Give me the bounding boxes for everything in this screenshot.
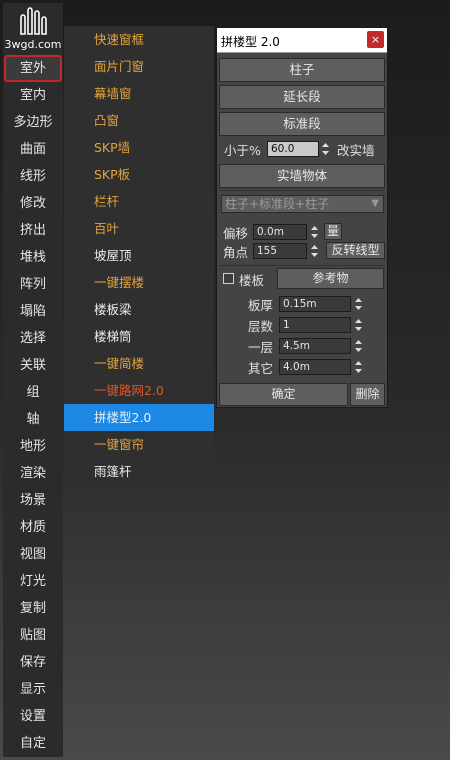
divider bbox=[219, 190, 385, 191]
less-than-input[interactable]: 60.0 bbox=[267, 141, 319, 157]
submenu-item[interactable]: 拼楼型2.0 bbox=[64, 404, 214, 431]
sidebar-item[interactable]: 灯光 bbox=[4, 568, 62, 595]
submenu-item[interactable]: 百叶 bbox=[64, 215, 214, 242]
sidebar-item[interactable]: 线形 bbox=[4, 163, 62, 190]
sidebar-item[interactable]: 组 bbox=[4, 379, 62, 406]
dialog-window: 拼楼型 2.0 × 柱子 延长段 标准段 小于% 60.0 改实墙 实墙物体 柱… bbox=[216, 27, 388, 408]
close-button[interactable]: × bbox=[367, 31, 384, 48]
sidebar-item[interactable]: 保存 bbox=[4, 649, 62, 676]
sidebar-item[interactable]: 选择 bbox=[4, 325, 62, 352]
floor-slab-label: 楼板 bbox=[239, 273, 265, 288]
submenu-item[interactable]: 一键窗帘 bbox=[64, 431, 214, 458]
less-than-spinner[interactable] bbox=[321, 141, 330, 157]
standard-segment-button[interactable]: 标准段 bbox=[219, 112, 385, 136]
dialog-titlebar[interactable]: 拼楼型 2.0 × bbox=[217, 28, 387, 53]
first-floor-spinner[interactable] bbox=[354, 338, 363, 354]
first-floor-input[interactable]: 4.5m bbox=[279, 338, 351, 354]
submenu-item[interactable]: 快速窗框 bbox=[64, 26, 214, 53]
divider bbox=[219, 265, 385, 266]
main-sidebar: 3wgd.com 室外 室内 多边形 曲面 线形 修改 挤出 堆栈 阵列 塌陷 选择 关联组轴地形 渲染… bbox=[3, 3, 63, 757]
sidebar-item[interactable]: 塌陷 bbox=[4, 298, 62, 325]
chevron-down-icon: ▼ bbox=[371, 198, 379, 209]
layers-input[interactable]: 1 bbox=[279, 317, 351, 333]
reference-object-button[interactable]: 参考物 bbox=[277, 268, 384, 289]
extend-segment-button[interactable]: 延长段 bbox=[219, 85, 385, 109]
offset-spinner[interactable] bbox=[310, 224, 319, 240]
sidebar-item[interactable]: 曲面 bbox=[4, 136, 62, 163]
sidebar-item[interactable]: 室内 bbox=[4, 82, 62, 109]
sidebar-item[interactable]: 室外 bbox=[4, 55, 62, 82]
change-wall-label: 改实墙 bbox=[337, 143, 375, 158]
layers-spinner[interactable] bbox=[354, 317, 363, 333]
solid-wall-button[interactable]: 实墙物体 bbox=[219, 164, 385, 188]
thickness-spinner[interactable] bbox=[354, 296, 363, 312]
segment-combo-value: 柱子+标准段+柱子 bbox=[225, 197, 330, 211]
submenu-item[interactable]: 一键摆楼 bbox=[64, 269, 214, 296]
sidebar-item[interactable]: 地形 bbox=[4, 433, 62, 460]
sidebar-list: 室外 室内 多边形 曲面 线形 修改 挤出 堆栈 阵列 塌陷 选择 关联组轴地形 渲染 场景 材质 视图 灯光复… bbox=[3, 55, 63, 757]
reverse-line-button[interactable]: 反转线型 bbox=[326, 242, 385, 259]
sidebar-item[interactable]: 多边形 bbox=[4, 109, 62, 136]
other-floor-input[interactable]: 4.0m bbox=[279, 359, 351, 375]
layers-label: 层数 bbox=[248, 319, 274, 334]
angle-spinner[interactable] bbox=[310, 243, 319, 259]
angle-label: 角点 bbox=[223, 245, 249, 260]
angle-input[interactable]: 155 bbox=[253, 243, 307, 259]
submenu-item[interactable]: 一键简楼 bbox=[64, 350, 214, 377]
sidebar-item[interactable]: 轴 bbox=[4, 406, 62, 433]
submenu-panel: 快速窗框 面片门窗 幕墙窗 凸窗 SKP墙 SKP板 栏杆 百叶 坡屋顶 一键摆楼 楼板梁 楼梯筒 一键… bbox=[64, 26, 214, 484]
submenu-item[interactable]: 一键路网2.0 bbox=[64, 377, 214, 404]
floor-slab-checkbox[interactable] bbox=[223, 273, 234, 284]
submenu-item[interactable]: 幕墙窗 bbox=[64, 80, 214, 107]
sidebar-item[interactable]: 关联 bbox=[4, 352, 62, 379]
ok-button[interactable]: 确定 bbox=[219, 383, 348, 406]
thickness-input[interactable]: 0.15m bbox=[279, 296, 351, 312]
logo-text: 3wgd.com bbox=[4, 38, 62, 51]
sidebar-item[interactable]: 阵列 bbox=[4, 271, 62, 298]
sidebar-item[interactable]: 复制 bbox=[4, 595, 62, 622]
segment-combo[interactable]: 柱子+标准段+柱子 ▼ bbox=[221, 195, 384, 213]
measure-button[interactable]: 量 bbox=[324, 223, 342, 240]
offset-input[interactable]: 0.0m bbox=[253, 224, 307, 240]
sidebar-item[interactable]: 显示 bbox=[4, 676, 62, 703]
submenu-item[interactable]: 雨篷杆 bbox=[64, 458, 214, 485]
submenu-item[interactable]: 楼梯筒 bbox=[64, 323, 214, 350]
sidebar-item[interactable]: 贴图 bbox=[4, 622, 62, 649]
submenu-item[interactable]: 楼板梁 bbox=[64, 296, 214, 323]
submenu-item[interactable]: 坡屋顶 bbox=[64, 242, 214, 269]
logo-icon bbox=[20, 7, 47, 35]
sidebar-item[interactable]: 挤出 bbox=[4, 217, 62, 244]
less-than-label: 小于% bbox=[224, 143, 261, 158]
sidebar-item[interactable]: 视图 bbox=[4, 541, 62, 568]
sidebar-item[interactable]: 场景 bbox=[4, 487, 62, 514]
sidebar-item[interactable]: 自定 bbox=[4, 730, 62, 757]
submenu-item[interactable]: SKP墙 bbox=[64, 134, 214, 161]
sidebar-item[interactable]: 材质 bbox=[4, 514, 62, 541]
offset-label: 偏移 bbox=[223, 226, 249, 241]
sidebar-item[interactable]: 设置 bbox=[4, 703, 62, 730]
other-floor-label: 其它 bbox=[248, 361, 274, 376]
first-floor-label: 一层 bbox=[248, 340, 274, 355]
submenu-item[interactable]: 栏杆 bbox=[64, 188, 214, 215]
delete-button[interactable]: 删除 bbox=[350, 383, 385, 406]
dialog-title: 拼楼型 2.0 bbox=[221, 35, 280, 49]
other-floor-spinner[interactable] bbox=[354, 359, 363, 375]
sidebar-item[interactable]: 渲染 bbox=[4, 460, 62, 487]
logo: 3wgd.com bbox=[3, 3, 63, 55]
sidebar-item[interactable]: 修改 bbox=[4, 190, 62, 217]
submenu-item[interactable]: SKP板 bbox=[64, 161, 214, 188]
submenu-item[interactable]: 凸窗 bbox=[64, 107, 214, 134]
sidebar-item[interactable]: 堆栈 bbox=[4, 244, 62, 271]
thickness-label: 板厚 bbox=[248, 298, 274, 313]
submenu-item[interactable]: 面片门窗 bbox=[64, 53, 214, 80]
column-button[interactable]: 柱子 bbox=[219, 58, 385, 82]
